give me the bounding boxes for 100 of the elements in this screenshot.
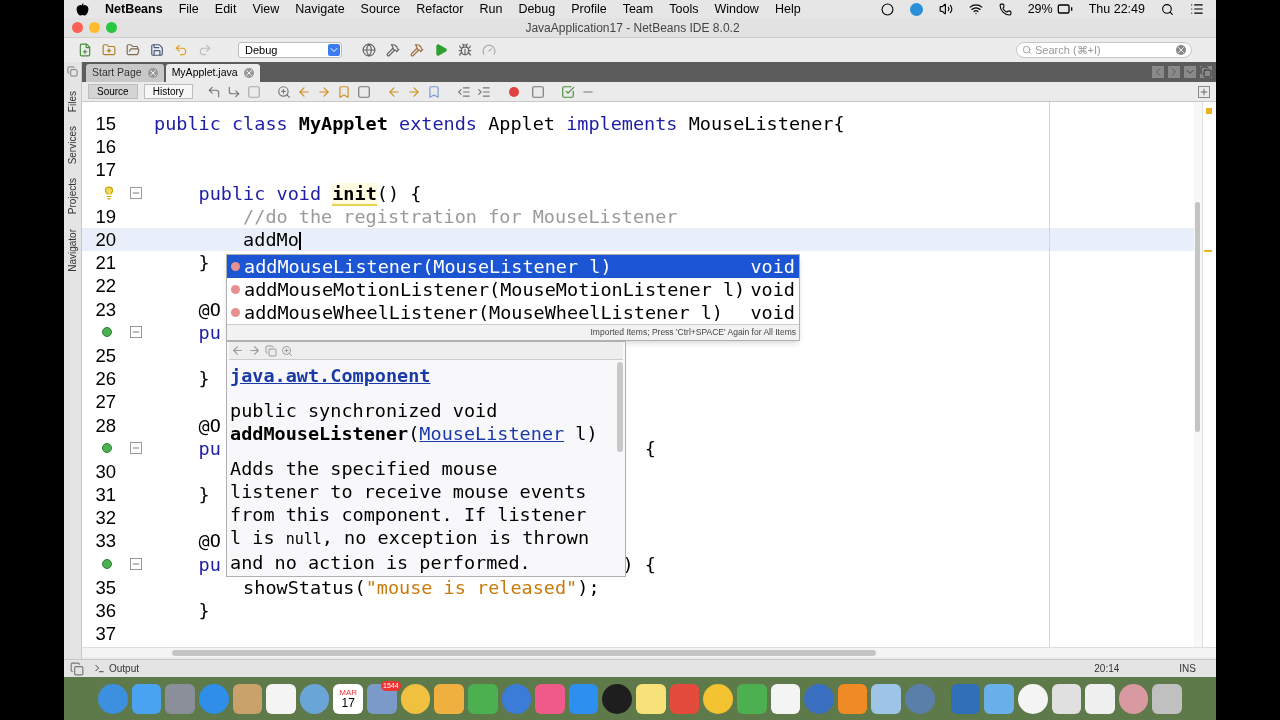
override-icon[interactable] bbox=[102, 327, 112, 338]
app-icon[interactable] bbox=[871, 683, 901, 714]
app-icon[interactable] bbox=[266, 683, 296, 714]
view-tab[interactable]: History bbox=[143, 84, 193, 99]
app-icon[interactable] bbox=[1118, 683, 1149, 714]
menu-item[interactable]: Edit bbox=[214, 0, 237, 19]
save-icon[interactable] bbox=[150, 43, 164, 57]
list-icon[interactable] bbox=[1190, 2, 1204, 16]
app-icon[interactable] bbox=[984, 683, 1014, 714]
menu-item[interactable]: Debug bbox=[518, 0, 556, 19]
app-icon[interactable] bbox=[770, 683, 801, 714]
clock[interactable]: Thu 22:49 bbox=[1088, 0, 1145, 19]
check-icon[interactable] bbox=[560, 84, 575, 99]
menu-item[interactable]: Help bbox=[774, 0, 801, 19]
globe-icon[interactable] bbox=[362, 43, 376, 57]
app-icon[interactable] bbox=[400, 683, 431, 714]
override-icon[interactable] bbox=[102, 443, 112, 454]
split-icon[interactable] bbox=[1198, 85, 1210, 98]
shift-left-icon[interactable] bbox=[456, 84, 471, 99]
debug-icon[interactable] bbox=[458, 43, 472, 57]
side-tab[interactable]: Services bbox=[63, 126, 82, 165]
configuration-select[interactable]: Debug bbox=[238, 42, 342, 58]
app-menu[interactable]: NetBeans bbox=[105, 0, 163, 19]
bookmark-icon[interactable] bbox=[336, 84, 351, 99]
menu-item[interactable]: Refactor bbox=[416, 0, 464, 19]
restore-window-icon[interactable] bbox=[1200, 66, 1212, 78]
back-icon[interactable] bbox=[206, 84, 221, 99]
new-folder-icon[interactable] bbox=[102, 43, 116, 57]
close-icon[interactable] bbox=[147, 68, 158, 78]
selection-icon[interactable] bbox=[356, 84, 371, 99]
forward-icon[interactable] bbox=[226, 84, 241, 99]
shift-right-icon[interactable] bbox=[476, 84, 491, 99]
record-macro-icon[interactable] bbox=[508, 86, 519, 97]
dropdown-caret-icon[interactable] bbox=[328, 44, 340, 56]
menu-item[interactable]: Window bbox=[714, 0, 759, 19]
fold-toggle-icon[interactable] bbox=[130, 187, 142, 200]
tab-list-icon[interactable] bbox=[1184, 66, 1196, 78]
side-tab[interactable]: Files bbox=[63, 91, 82, 113]
app-icon[interactable] bbox=[1051, 683, 1082, 714]
fold-toggle-icon[interactable] bbox=[130, 442, 142, 455]
fold-toggle-icon[interactable] bbox=[130, 558, 142, 571]
redo-icon[interactable] bbox=[198, 43, 212, 57]
app-icon[interactable] bbox=[1152, 683, 1182, 714]
back-icon[interactable] bbox=[231, 344, 244, 357]
square-icon[interactable] bbox=[246, 84, 261, 99]
view-tab[interactable]: Source bbox=[88, 84, 138, 99]
up-icon[interactable] bbox=[386, 84, 401, 99]
menu-item[interactable]: File bbox=[178, 0, 199, 19]
stop-icon[interactable] bbox=[530, 84, 545, 99]
run-icon[interactable] bbox=[434, 43, 448, 57]
app-icon[interactable] bbox=[837, 683, 868, 714]
apple-logo-icon[interactable] bbox=[76, 2, 89, 16]
restore-icon[interactable] bbox=[70, 661, 84, 676]
side-tab[interactable]: Navigator bbox=[63, 228, 82, 272]
hammer-icon[interactable] bbox=[386, 43, 400, 57]
app-icon[interactable] bbox=[602, 683, 632, 714]
menu-item[interactable]: Source bbox=[360, 0, 401, 19]
undo-icon[interactable] bbox=[174, 43, 188, 57]
minimize-window-button[interactable] bbox=[89, 22, 100, 33]
completion-item[interactable]: addMouseListener(MouseListener l) void bbox=[227, 255, 799, 278]
menu-item[interactable]: Team bbox=[622, 0, 654, 19]
scroll-tabs-right-icon[interactable] bbox=[1168, 66, 1180, 78]
app-icon[interactable] bbox=[636, 683, 666, 714]
next-icon[interactable] bbox=[316, 84, 331, 99]
status-app-icon[interactable] bbox=[909, 2, 923, 16]
app-icon[interactable] bbox=[1085, 683, 1115, 714]
fold-toggle-icon[interactable] bbox=[130, 326, 142, 339]
record-icon[interactable] bbox=[880, 2, 894, 16]
type-link[interactable]: MouseListener bbox=[419, 423, 565, 444]
app-icon[interactable] bbox=[703, 683, 733, 714]
app-icon[interactable] bbox=[299, 683, 330, 714]
battery-icon[interactable] bbox=[1056, 1, 1073, 17]
hint-icon[interactable] bbox=[102, 186, 116, 201]
clean-build-icon[interactable] bbox=[410, 43, 424, 57]
completion-item[interactable]: addMouseMotionListener(MouseMotionListener l) void bbox=[227, 278, 799, 301]
open-browser-icon[interactable] bbox=[281, 344, 293, 357]
app-icon[interactable] bbox=[232, 683, 263, 714]
menu-item[interactable]: Navigate bbox=[295, 0, 345, 19]
menu-item[interactable]: View bbox=[252, 0, 280, 19]
menu-item[interactable]: Run bbox=[479, 0, 503, 19]
app-icon[interactable] bbox=[467, 683, 498, 714]
calendar-icon[interactable]: MAR 17 bbox=[333, 683, 363, 714]
override-icon[interactable] bbox=[102, 559, 112, 570]
output-tab[interactable]: Output bbox=[94, 661, 140, 676]
search-icon[interactable] bbox=[1161, 2, 1174, 16]
close-icon[interactable] bbox=[243, 68, 254, 78]
new-file-icon[interactable] bbox=[78, 43, 92, 57]
menu-item[interactable]: Profile bbox=[571, 0, 607, 19]
profile-icon[interactable] bbox=[482, 43, 496, 57]
scroll-tabs-left-icon[interactable] bbox=[1152, 66, 1164, 78]
down-icon[interactable] bbox=[406, 84, 421, 99]
class-link[interactable]: java.awt.Component bbox=[230, 365, 431, 386]
folder-icon[interactable] bbox=[126, 43, 140, 57]
editor-tab[interactable]: MyApplet.java bbox=[165, 64, 260, 82]
menu-item[interactable]: Tools bbox=[669, 0, 699, 19]
zoom-icon[interactable] bbox=[276, 84, 291, 99]
app-icon[interactable] bbox=[131, 683, 162, 714]
editor-tab[interactable]: Start Page bbox=[86, 64, 164, 82]
doc-scrollbar[interactable] bbox=[617, 362, 623, 452]
warning-marker[interactable] bbox=[1206, 108, 1212, 114]
